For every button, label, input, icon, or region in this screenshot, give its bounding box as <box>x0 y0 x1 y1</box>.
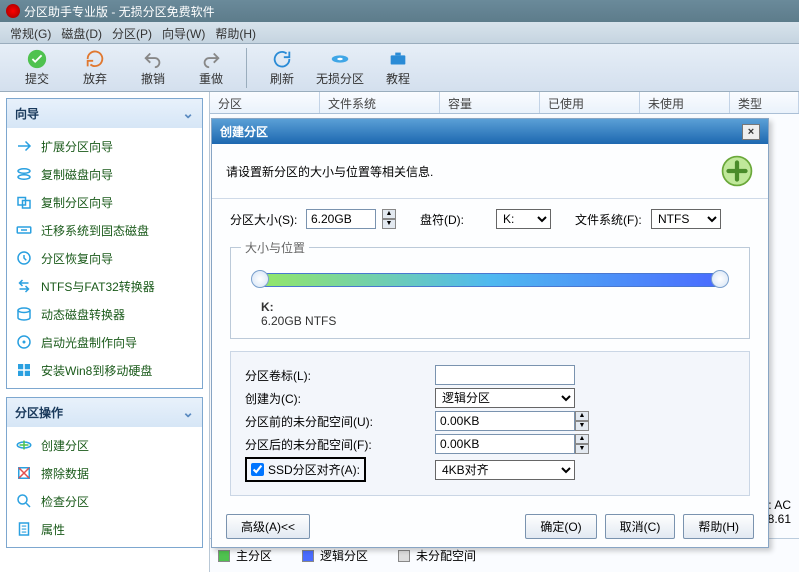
slider-handle-left[interactable] <box>251 270 269 288</box>
after-down[interactable]: ▼ <box>575 444 589 454</box>
menu-help[interactable]: 帮助(H) <box>211 25 260 40</box>
wizard-dynamic[interactable]: 动态磁盘转换器 <box>9 300 200 328</box>
menu-disk[interactable]: 磁盘(D) <box>57 25 106 40</box>
col-type[interactable]: 类型 <box>730 92 799 113</box>
ops-panel: 分区操作⌄ 创建分区 擦除数据 检查分区 属性 <box>6 397 203 548</box>
wizard-copy-part[interactable]: 复制分区向导 <box>9 188 200 216</box>
wizard-ntfs-fat32[interactable]: NTFS与FAT32转换器 <box>9 272 200 300</box>
col-fs[interactable]: 文件系统 <box>320 92 440 113</box>
titlebar: 分区助手专业版 - 无损分区免费软件 <box>0 0 799 22</box>
op-create[interactable]: 创建分区 <box>9 431 200 459</box>
col-partition[interactable]: 分区 <box>210 92 320 113</box>
vol-input[interactable] <box>435 365 575 385</box>
wizard-panel: 向导⌄ 扩展分区向导 复制磁盘向导 复制分区向导 迁移系统到固态磁盘 分区恢复向… <box>6 98 203 389</box>
op-props[interactable]: 属性 <box>9 515 200 543</box>
menu-partition[interactable]: 分区(P) <box>108 25 156 40</box>
tool-tutorial[interactable]: 教程 <box>369 48 427 87</box>
tool-undo[interactable]: 撤销 <box>124 48 182 87</box>
legend-unalloc-swatch <box>398 550 410 562</box>
ssd-label: SSD分区对齐(A): <box>268 461 360 478</box>
ssd-select[interactable]: 4KB对齐 <box>435 460 575 480</box>
vol-label: 分区卷标(L): <box>245 367 435 384</box>
wizard-bootcd[interactable]: 启动光盘制作向导 <box>9 328 200 356</box>
legend-logical: 逻辑分区 <box>320 547 368 564</box>
ops-panel-header[interactable]: 分区操作⌄ <box>7 398 202 427</box>
wizard-migrate-ssd[interactable]: 迁移系统到固态磁盘 <box>9 216 200 244</box>
sidebar: 向导⌄ 扩展分区向导 复制磁盘向导 复制分区向导 迁移系统到固态磁盘 分区恢复向… <box>0 92 210 572</box>
legend-primary-swatch <box>218 550 230 562</box>
legend-unalloc: 未分配空间 <box>416 547 476 564</box>
tool-lossless[interactable]: 无损分区 <box>311 48 369 87</box>
wizard-recover[interactable]: 分区恢复向导 <box>9 244 200 272</box>
after-input[interactable] <box>435 434 575 454</box>
op-check[interactable]: 检查分区 <box>9 487 200 515</box>
before-up[interactable]: ▲ <box>575 411 589 421</box>
app-title: 分区助手专业版 - 无损分区免费软件 <box>24 3 215 20</box>
tool-submit[interactable]: 提交 <box>8 48 66 87</box>
dialog-info-text: 请设置新分区的大小与位置等相关信息. <box>226 163 433 180</box>
menu-wizard[interactable]: 向导(W) <box>158 25 209 40</box>
chevron-down-icon: ⌄ <box>182 105 194 122</box>
col-used[interactable]: 已使用 <box>540 92 640 113</box>
advanced-form: 分区卷标(L): 创建为(C):逻辑分区 分区前的未分配空间(U):▲▼ 分区后… <box>230 351 750 496</box>
chevron-down-icon: ⌄ <box>182 404 194 421</box>
fs-select[interactable]: NTFS <box>651 209 721 229</box>
after-up[interactable]: ▲ <box>575 434 589 444</box>
dialog-titlebar[interactable]: 创建分区 × <box>212 119 768 144</box>
tool-discard[interactable]: 放弃 <box>66 48 124 87</box>
legend-primary: 主分区 <box>236 547 272 564</box>
k-drive: K: <box>261 300 739 314</box>
wizard-win8[interactable]: 安装Win8到移动硬盘 <box>9 356 200 384</box>
ssd-checkbox[interactable] <box>251 463 264 476</box>
toolbar: 提交 放弃 撤销 重做 刷新 无损分区 教程 <box>0 44 799 92</box>
wizard-panel-header[interactable]: 向导⌄ <box>7 99 202 128</box>
size-down[interactable]: ▼ <box>382 219 396 229</box>
createas-select[interactable]: 逻辑分区 <box>435 388 575 408</box>
cancel-button[interactable]: 取消(C) <box>605 514 676 539</box>
create-partition-dialog: 创建分区 × 请设置新分区的大小与位置等相关信息. 分区大小(S): ▲▼ 盘符… <box>211 118 769 548</box>
app-icon <box>6 4 20 18</box>
menubar: 常规(G) 磁盘(D) 分区(P) 向导(W) 帮助(H) <box>0 22 799 44</box>
advanced-button[interactable]: 高级(A)<< <box>226 514 310 539</box>
tool-redo[interactable]: 重做 <box>182 48 240 87</box>
op-wipe[interactable]: 擦除数据 <box>9 459 200 487</box>
dialog-title: 创建分区 <box>220 123 268 140</box>
drive-select[interactable]: K: <box>496 209 551 229</box>
size-up[interactable]: ▲ <box>382 209 396 219</box>
before-down[interactable]: ▼ <box>575 421 589 431</box>
wizard-extend[interactable]: 扩展分区向导 <box>9 132 200 160</box>
menu-general[interactable]: 常规(G) <box>6 25 55 40</box>
before-input[interactable] <box>435 411 575 431</box>
add-partition-icon <box>720 154 754 188</box>
createas-label: 创建为(C): <box>245 390 435 407</box>
ssd-highlight: SSD分区对齐(A): <box>245 457 366 482</box>
groupbox-label: 大小与位置 <box>241 239 309 256</box>
col-capacity[interactable]: 容量 <box>440 92 540 113</box>
k-size: 6.20GB NTFS <box>261 314 739 328</box>
ok-button[interactable]: 确定(O) <box>525 514 596 539</box>
slider-handle-right[interactable] <box>711 270 729 288</box>
size-slider[interactable] <box>251 270 729 290</box>
drive-label: 盘符(D): <box>420 211 490 228</box>
col-unused[interactable]: 未使用 <box>640 92 730 113</box>
after-label: 分区后的未分配空间(F): <box>245 436 435 453</box>
fs-label: 文件系统(F): <box>575 211 645 228</box>
before-label: 分区前的未分配空间(U): <box>245 413 435 430</box>
size-pos-group: 大小与位置 K: 6.20GB NTFS <box>230 239 750 339</box>
legend-logical-swatch <box>302 550 314 562</box>
size-label: 分区大小(S): <box>230 211 300 228</box>
column-headers: 分区 文件系统 容量 已使用 未使用 类型 <box>210 92 799 114</box>
wizard-copy-disk[interactable]: 复制磁盘向导 <box>9 160 200 188</box>
close-button[interactable]: × <box>742 124 760 140</box>
size-input[interactable] <box>306 209 376 229</box>
tool-refresh[interactable]: 刷新 <box>253 48 311 87</box>
help-button[interactable]: 帮助(H) <box>683 514 754 539</box>
